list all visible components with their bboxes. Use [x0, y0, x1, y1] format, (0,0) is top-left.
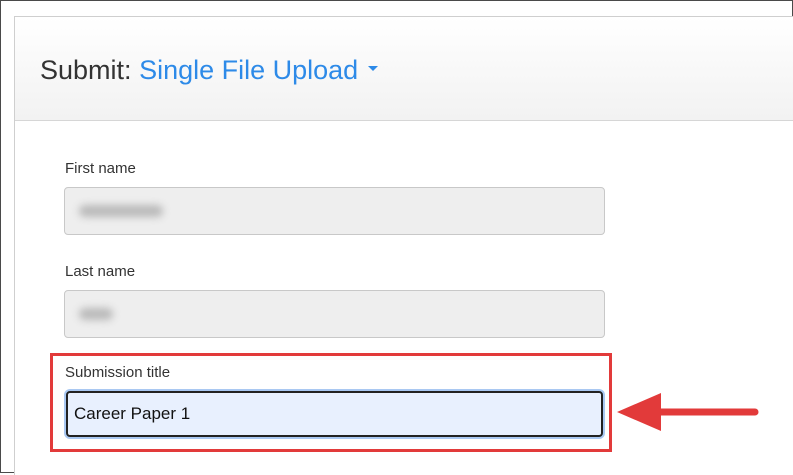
last-name-label: Last name: [65, 263, 136, 280]
panel-header: Submit: Single File Upload: [15, 17, 793, 121]
redacted-last-name: [79, 308, 113, 320]
last-name-field[interactable]: [64, 290, 605, 338]
submission-title-label: Submission title: [65, 364, 171, 381]
first-name-label: First name: [65, 160, 136, 177]
first-name-field[interactable]: [64, 187, 605, 235]
page-title: Submit: Single File Upload: [40, 55, 379, 86]
submission-title-input[interactable]: [66, 391, 603, 437]
upload-type-label: Single File Upload: [139, 55, 359, 85]
caret-down-icon: [368, 66, 379, 72]
annotation-arrow-icon: [617, 393, 759, 431]
redacted-first-name: [79, 205, 163, 217]
upload-type-dropdown[interactable]: Single File Upload: [139, 55, 379, 85]
title-prefix: Submit:: [40, 55, 132, 85]
